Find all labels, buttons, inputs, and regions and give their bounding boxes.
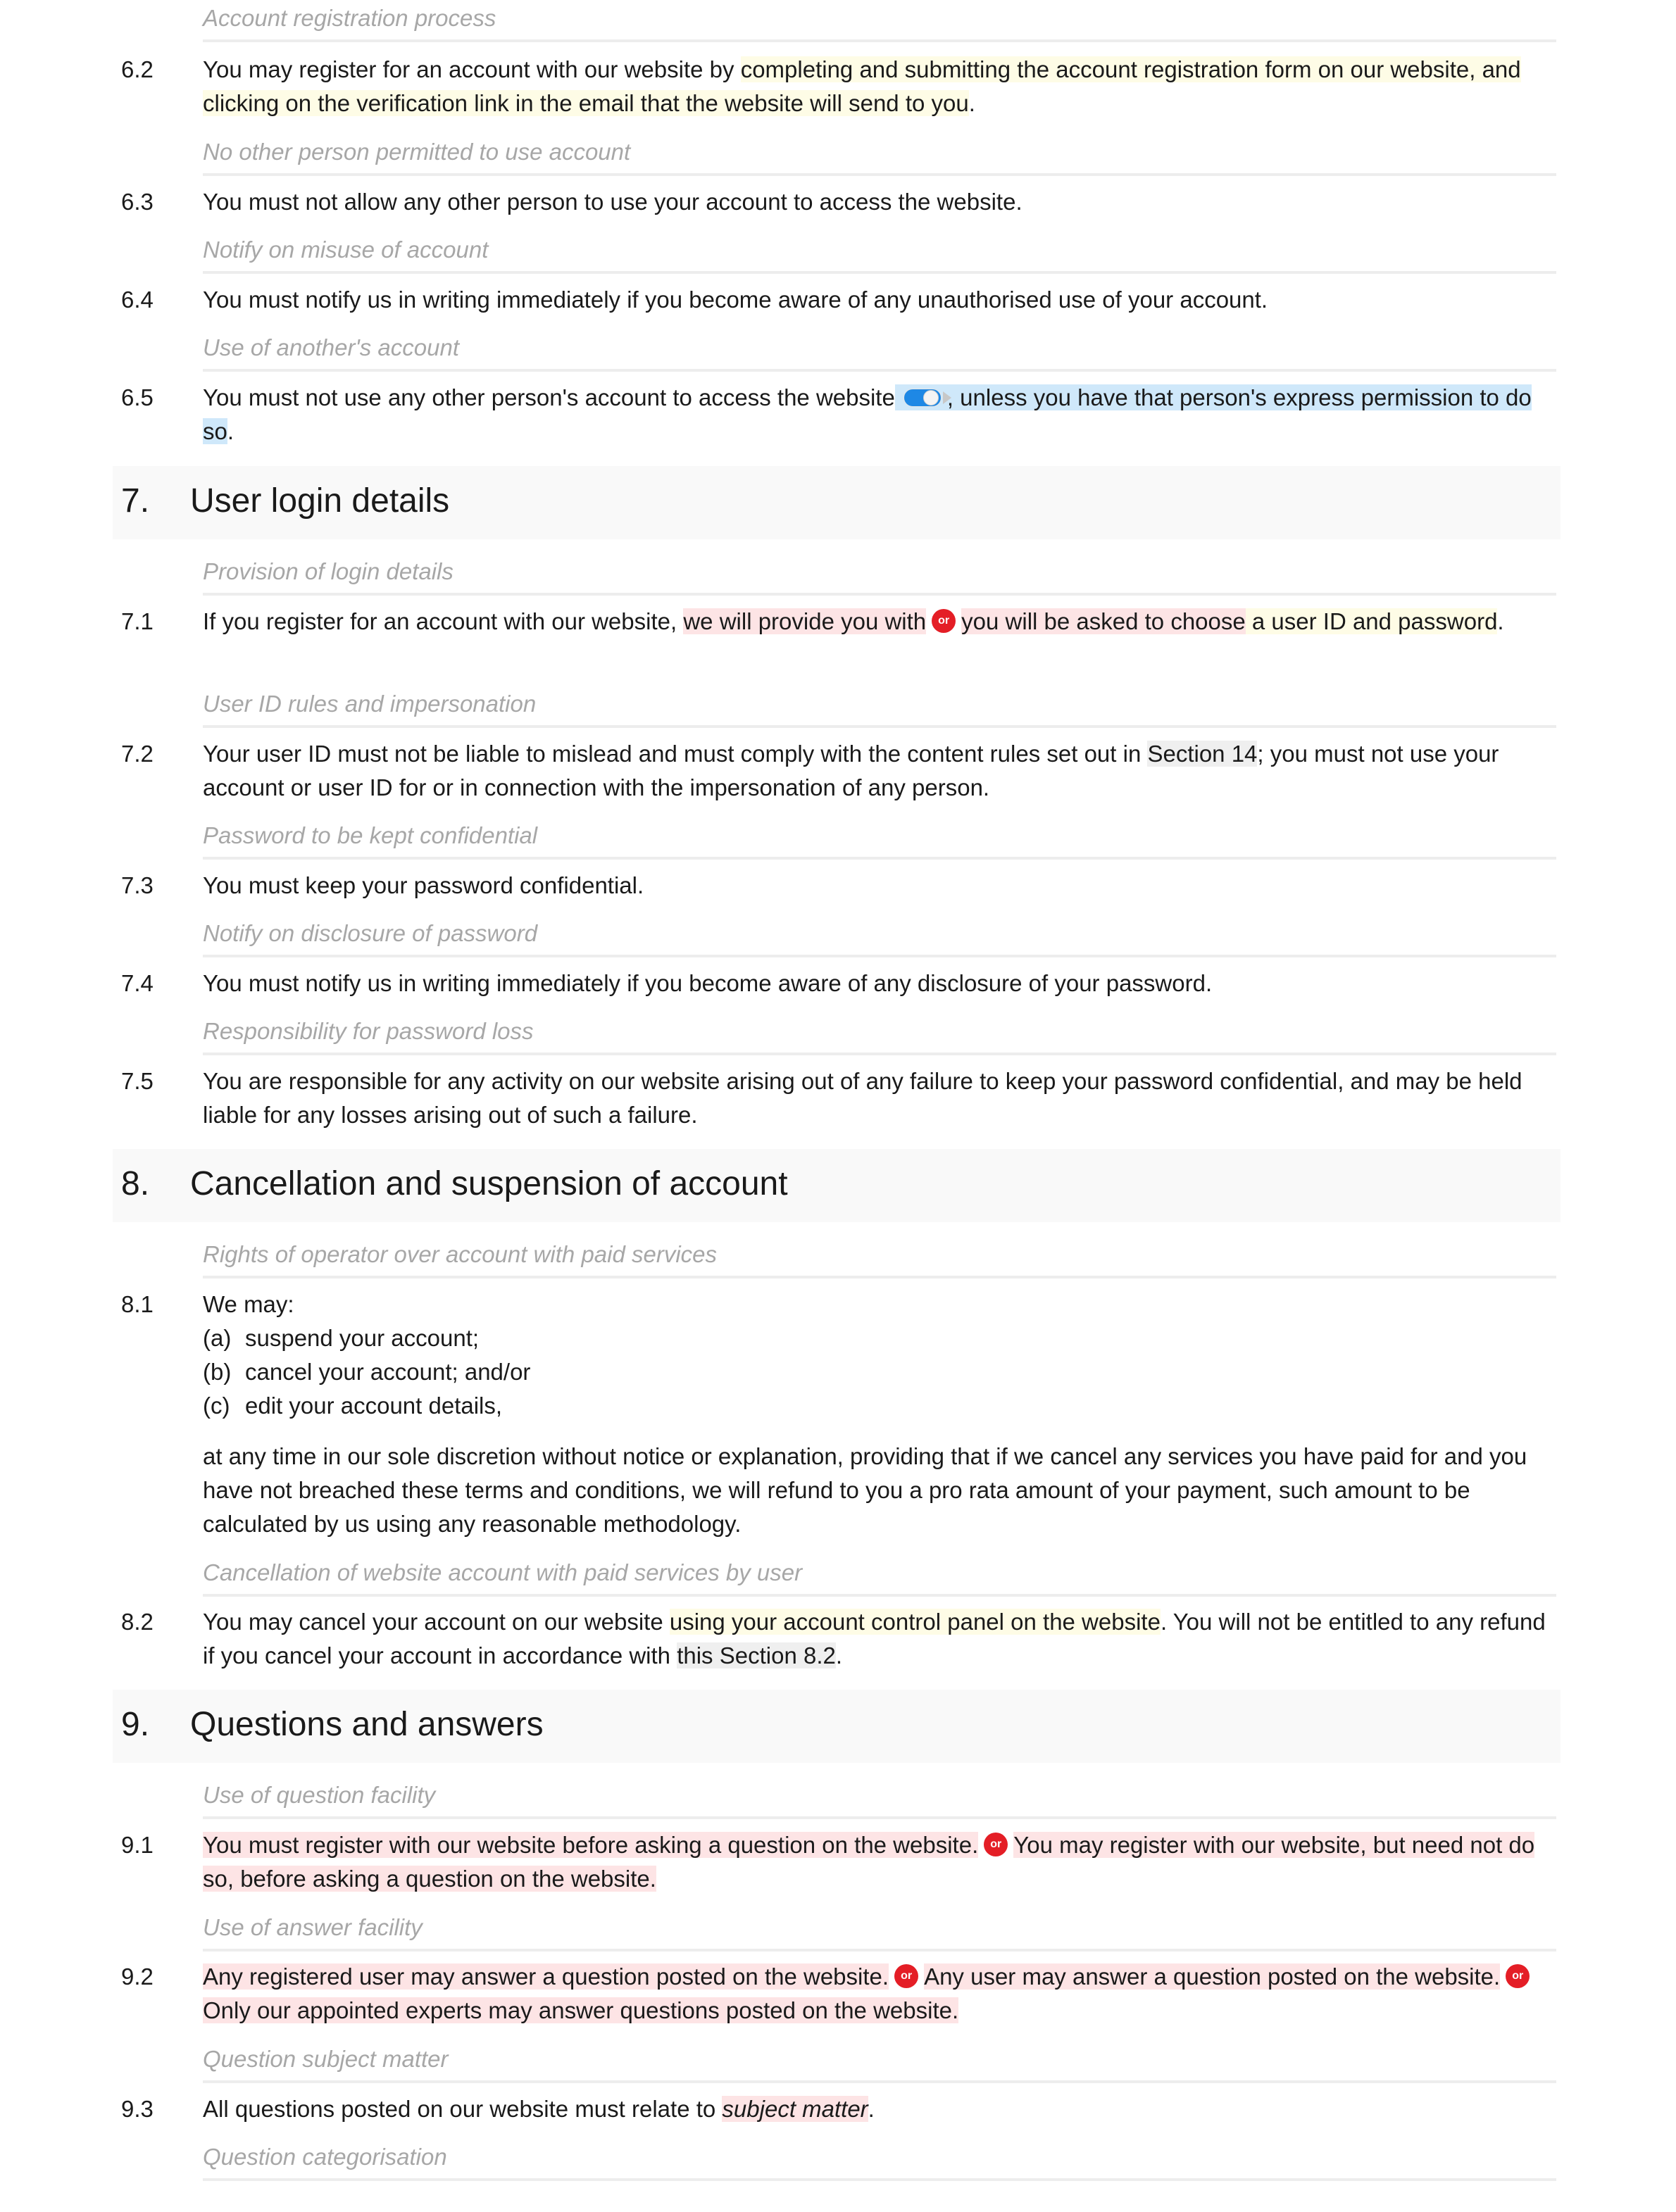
clause-text: Any registered user may answer a questio… — [203, 1960, 1556, 2028]
expand-arrow-icon — [942, 391, 951, 405]
clause-text: You may cancel your account on our websi… — [203, 1609, 1546, 1669]
clause-number: 7.3 — [121, 872, 154, 898]
alternative-text[interactable]: Any registered user may answer a questio… — [203, 1963, 889, 1990]
section-title: Cancellation and suspension of account — [190, 1165, 788, 1202]
clause-intro: We may: — [203, 1291, 294, 1317]
clause-text: You must notify us in writing immediatel… — [203, 970, 1213, 996]
or-badge-icon[interactable]: or — [932, 609, 956, 634]
optional-text[interactable]: a user ID and password — [1245, 608, 1498, 634]
alternative-text[interactable]: we will provide you with — [683, 608, 927, 634]
clause-subheading: Cancellation of website account with pai… — [203, 1557, 1556, 1597]
variable-placeholder[interactable]: subject matter — [722, 2096, 868, 2122]
clause-subheading: Use of answer facility — [203, 1912, 1556, 1952]
clause-number: 7.5 — [121, 1068, 154, 1094]
clause-subheading: Provision of login details — [203, 556, 1556, 596]
clause-subheading: Rights of operator over account with pai… — [203, 1239, 1556, 1278]
clause-number: 8.2 — [121, 1609, 154, 1635]
clause-text: You must register with our website befor… — [203, 1828, 1556, 1896]
clause-number: 7.4 — [121, 970, 154, 996]
clause-number: 9.3 — [121, 2096, 154, 2122]
sub-clause: (b) cancel your account; and/or — [203, 1359, 531, 1385]
clause-subheading: No other person permitted to use account — [203, 137, 1556, 176]
sub-clause-list: (a) suspend your account; (b) cancel your … — [203, 1321, 1556, 1423]
section-number: 9. — [121, 1706, 150, 1743]
section-cross-reference[interactable]: this Section 8.2 — [677, 1642, 836, 1669]
alternative-text[interactable]: Any user may answer a question posted on… — [924, 1963, 1501, 1990]
clause-subheading: Notify on misuse of account — [203, 234, 1556, 274]
clause-text: You may register for an account with our… — [203, 56, 1521, 116]
clause-number: 6.2 — [121, 56, 154, 82]
clause-subheading: Question categorisation — [203, 2142, 1556, 2181]
alternative-text[interactable]: Only our appointed experts may answer qu… — [203, 1997, 959, 2023]
clause-text: You must keep your password confidential… — [203, 872, 644, 898]
clause-text: You must notify us in writing immediatel… — [203, 287, 1268, 313]
clause-text: You are responsible for any activity on … — [203, 1068, 1522, 1128]
toggle-switch-icon[interactable] — [903, 389, 951, 408]
clause-subheading: Use of another's account — [203, 332, 1556, 372]
clause-subheading: Password to be kept confidential — [203, 820, 1556, 860]
or-badge-icon[interactable]: or — [984, 1833, 1008, 1857]
sub-clause: (a) suspend your account; — [203, 1325, 480, 1351]
clause-number: 7.2 — [121, 741, 154, 767]
clause-text: All questions posted on our website must… — [203, 2096, 875, 2122]
section-heading-9: 9. Questions and answers — [113, 1690, 1561, 1763]
clause-text: You must not use any other person's acco… — [203, 384, 1532, 444]
section-title: Questions and answers — [190, 1706, 544, 1743]
or-badge-icon[interactable]: or — [894, 1964, 919, 1989]
clause-number: 8.1 — [121, 1291, 154, 1317]
optional-text[interactable]: using your account control panel on the … — [669, 1609, 1161, 1635]
clause-number: 6.3 — [121, 189, 154, 215]
clause-number: 6.4 — [121, 287, 154, 313]
alternative-text[interactable]: You must register with our website befor… — [203, 1832, 979, 1858]
clause-text: Your user ID must not be liable to misle… — [203, 741, 1499, 800]
clause-subheading: Use of question facility — [203, 1780, 1556, 1819]
section-cross-reference[interactable]: Section 14 — [1147, 741, 1258, 767]
clause-text: You must not allow any other person to u… — [203, 189, 1023, 215]
clause-subheading: Question subject matter — [203, 2044, 1556, 2083]
section-number: 8. — [121, 1165, 150, 1202]
clause-subheading: Account registration process — [203, 3, 1556, 42]
alternative-text[interactable]: you will be asked to choose — [961, 608, 1246, 634]
clause-number: 6.5 — [121, 384, 154, 410]
section-number: 7. — [121, 482, 150, 520]
clause-subheading: User ID rules and impersonation — [203, 689, 1556, 728]
clause-number: 9.2 — [121, 1963, 154, 1990]
clause-number: 7.1 — [121, 608, 154, 634]
sub-clause: (c) edit your account details, — [203, 1393, 503, 1419]
section-heading-8: 8. Cancellation and suspension of accoun… — [113, 1149, 1561, 1222]
section-heading-7: 7. User login details — [113, 466, 1561, 539]
clause-number: 9.1 — [121, 1832, 154, 1858]
clause-subheading: Responsibility for password loss — [203, 1016, 1556, 1055]
clause-text: If you register for an account with our … — [203, 608, 1504, 634]
or-badge-icon[interactable]: or — [1506, 1964, 1530, 1989]
section-title: User login details — [190, 482, 450, 520]
clause-outro: at any time in our sole discretion witho… — [203, 1443, 1527, 1537]
clause-subheading: Notify on disclosure of password — [203, 918, 1556, 957]
